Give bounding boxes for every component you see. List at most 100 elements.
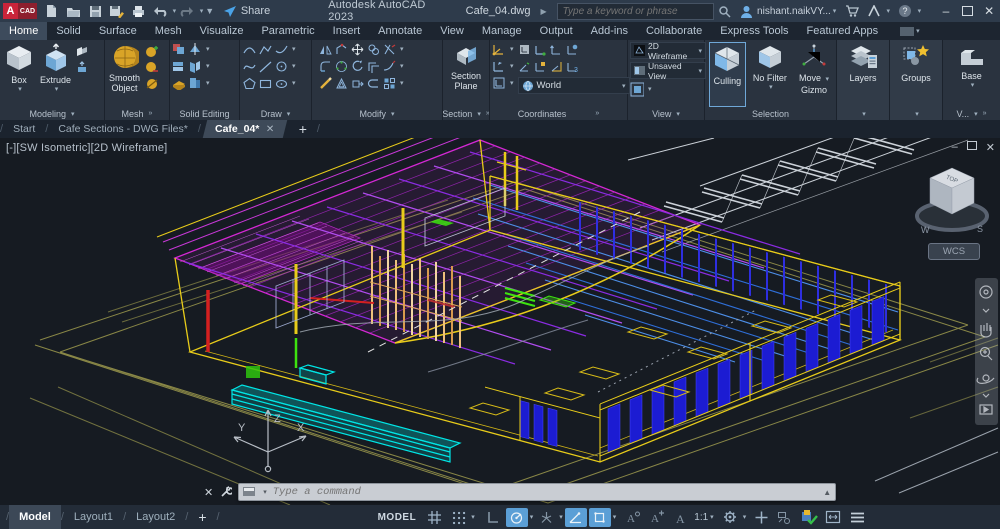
ucs-origin-icon[interactable] — [534, 42, 548, 56]
new-tab-button[interactable]: + — [289, 120, 317, 138]
redo-icon[interactable] — [177, 2, 197, 20]
panel-label-selection[interactable]: Selection — [705, 107, 836, 120]
copy-icon[interactable] — [366, 42, 380, 56]
annotation-autoscale-icon[interactable]: A — [646, 508, 668, 527]
autodesk-app-dropdown[interactable]: ▾ — [887, 7, 891, 15]
arc-3point-icon[interactable] — [274, 42, 288, 56]
panel-label-base[interactable]: V...▾» — [943, 107, 1000, 120]
ortho-mode-icon[interactable] — [482, 508, 504, 527]
doc-minimize-icon[interactable]: – — [952, 141, 958, 154]
polygon-icon[interactable] — [242, 76, 256, 90]
circle-icon[interactable] — [274, 59, 288, 73]
arc-icon[interactable] — [242, 42, 256, 56]
presspull-icon[interactable] — [75, 61, 89, 75]
quick-properties-icon[interactable] — [774, 508, 796, 527]
annotation-monitor-icon[interactable] — [750, 508, 772, 527]
array-icon[interactable] — [334, 59, 348, 73]
snap-dropdown[interactable]: ▾ — [471, 513, 475, 521]
array-rect-icon[interactable] — [382, 76, 396, 90]
command-expand-icon[interactable]: ▲ — [823, 488, 831, 497]
tab-output[interactable]: Output — [531, 22, 582, 40]
annotation-scale-icon[interactable]: A — [670, 508, 692, 527]
polar-tracking-icon[interactable] — [506, 508, 528, 527]
save-icon[interactable] — [85, 2, 105, 20]
minimize-button[interactable]: – — [935, 2, 957, 20]
ucs-world-icon[interactable] — [518, 59, 532, 73]
groups-button[interactable]: Groups — [899, 42, 933, 107]
layout1-tab[interactable]: Layout1 — [64, 505, 123, 529]
qat-customize-dropdown[interactable]: ▼ — [205, 6, 214, 16]
smooth-object-button[interactable]: SmoothObject — [107, 42, 142, 107]
tab-featured-apps[interactable]: Featured Apps — [798, 22, 888, 40]
ucs-show-icon[interactable] — [492, 76, 506, 90]
trim-icon[interactable] — [382, 42, 396, 56]
object-snap-tracking-icon[interactable] — [565, 508, 587, 527]
grid-display-icon[interactable] — [423, 508, 445, 527]
move-icon[interactable] — [350, 42, 364, 56]
open-folder-icon[interactable] — [64, 2, 84, 20]
workspace-gear-icon[interactable] — [719, 508, 741, 527]
tab-surface[interactable]: Surface — [90, 22, 146, 40]
chamfer-icon[interactable] — [334, 42, 348, 56]
user-avatar-icon[interactable] — [736, 2, 756, 20]
tab-visualize[interactable]: Visualize — [191, 22, 253, 40]
doc-expand-arrow[interactable]: ▶ — [541, 7, 547, 16]
named-view-dropdown[interactable]: Unsaved View▾ — [630, 62, 706, 79]
maximize-button[interactable] — [957, 2, 979, 20]
autodesk-app-icon[interactable] — [864, 2, 884, 20]
ucs-3point-icon[interactable]: 3 — [566, 59, 580, 73]
polar-dropdown[interactable]: ▾ — [530, 513, 534, 521]
wcs-button[interactable]: WCS — [928, 243, 980, 260]
command-close-icon[interactable]: ✕ — [204, 486, 213, 499]
help-dropdown[interactable]: ▾ — [918, 7, 922, 15]
panel-label-layers[interactable]: ▾ — [837, 107, 889, 120]
help-icon[interactable]: ? — [895, 2, 915, 20]
file-tab-close-icon[interactable]: ✕ — [266, 124, 274, 135]
explode-icon[interactable] — [334, 76, 348, 90]
close-button[interactable]: ✕ — [978, 2, 1000, 20]
polysolid-icon[interactable] — [75, 45, 89, 59]
panel-label-groups[interactable]: ▾ — [890, 107, 942, 120]
file-tab-start[interactable]: Start — [3, 120, 45, 138]
username[interactable]: nishant.naikVY... — [757, 6, 831, 17]
command-input[interactable] — [271, 485, 820, 499]
section-plane-button[interactable]: SectionPlane — [449, 42, 483, 107]
panel-label-solid-editing[interactable]: Solid Editing — [170, 107, 239, 120]
snap-mode-icon[interactable] — [447, 508, 469, 527]
layers-button[interactable]: Layers — [845, 42, 881, 107]
offset-icon[interactable] — [366, 59, 380, 73]
search-icon[interactable] — [715, 2, 735, 20]
extrude-faces-icon[interactable] — [188, 59, 202, 73]
save-as-icon[interactable] — [107, 2, 127, 20]
extend-icon[interactable] — [382, 59, 396, 73]
mesh-crease-icon[interactable] — [144, 60, 158, 74]
tab-collaborate[interactable]: Collaborate — [637, 22, 711, 40]
union-icon[interactable] — [172, 42, 186, 56]
ucs-icon[interactable] — [492, 42, 506, 56]
tab-mesh[interactable]: Mesh — [146, 22, 191, 40]
share-label[interactable]: Share — [241, 5, 270, 17]
panel-label-modeling[interactable]: Modeling▾ — [0, 107, 104, 120]
panel-label-modify[interactable]: Modify▾ — [312, 107, 442, 120]
base-button[interactable]: Base▾ — [955, 42, 989, 107]
ucs-object-icon[interactable] — [534, 59, 548, 73]
viewcube[interactable]: W S TOP — [917, 168, 987, 235]
ucs-zaxis-icon[interactable] — [550, 42, 564, 56]
panel-label-coordinates[interactable]: Coordinates» — [490, 107, 627, 120]
share-icon[interactable] — [220, 2, 240, 20]
tab-insert[interactable]: Insert — [324, 22, 370, 40]
annotation-scale-dropdown[interactable]: ▾ — [710, 513, 714, 521]
shell-icon[interactable] — [172, 76, 186, 90]
stretch-icon[interactable] — [350, 76, 364, 90]
ucs-face-icon[interactable] — [550, 59, 564, 73]
file-tab-cafe04[interactable]: Cafe_04* ✕ — [203, 120, 287, 138]
doc-restore-icon[interactable] — [967, 141, 977, 154]
extrude-button[interactable]: Extrude▾ — [38, 42, 73, 107]
model-space-badge[interactable]: MODEL — [378, 512, 417, 523]
drawing-viewport[interactable]: Z X Y W S TOP — [0, 138, 1000, 505]
fillet-icon[interactable] — [318, 59, 332, 73]
tab-express-tools[interactable]: Express Tools — [711, 22, 797, 40]
tab-add-ins[interactable]: Add-ins — [582, 22, 637, 40]
polyline-icon[interactable] — [258, 42, 272, 56]
object-snap-icon[interactable] — [589, 508, 611, 527]
